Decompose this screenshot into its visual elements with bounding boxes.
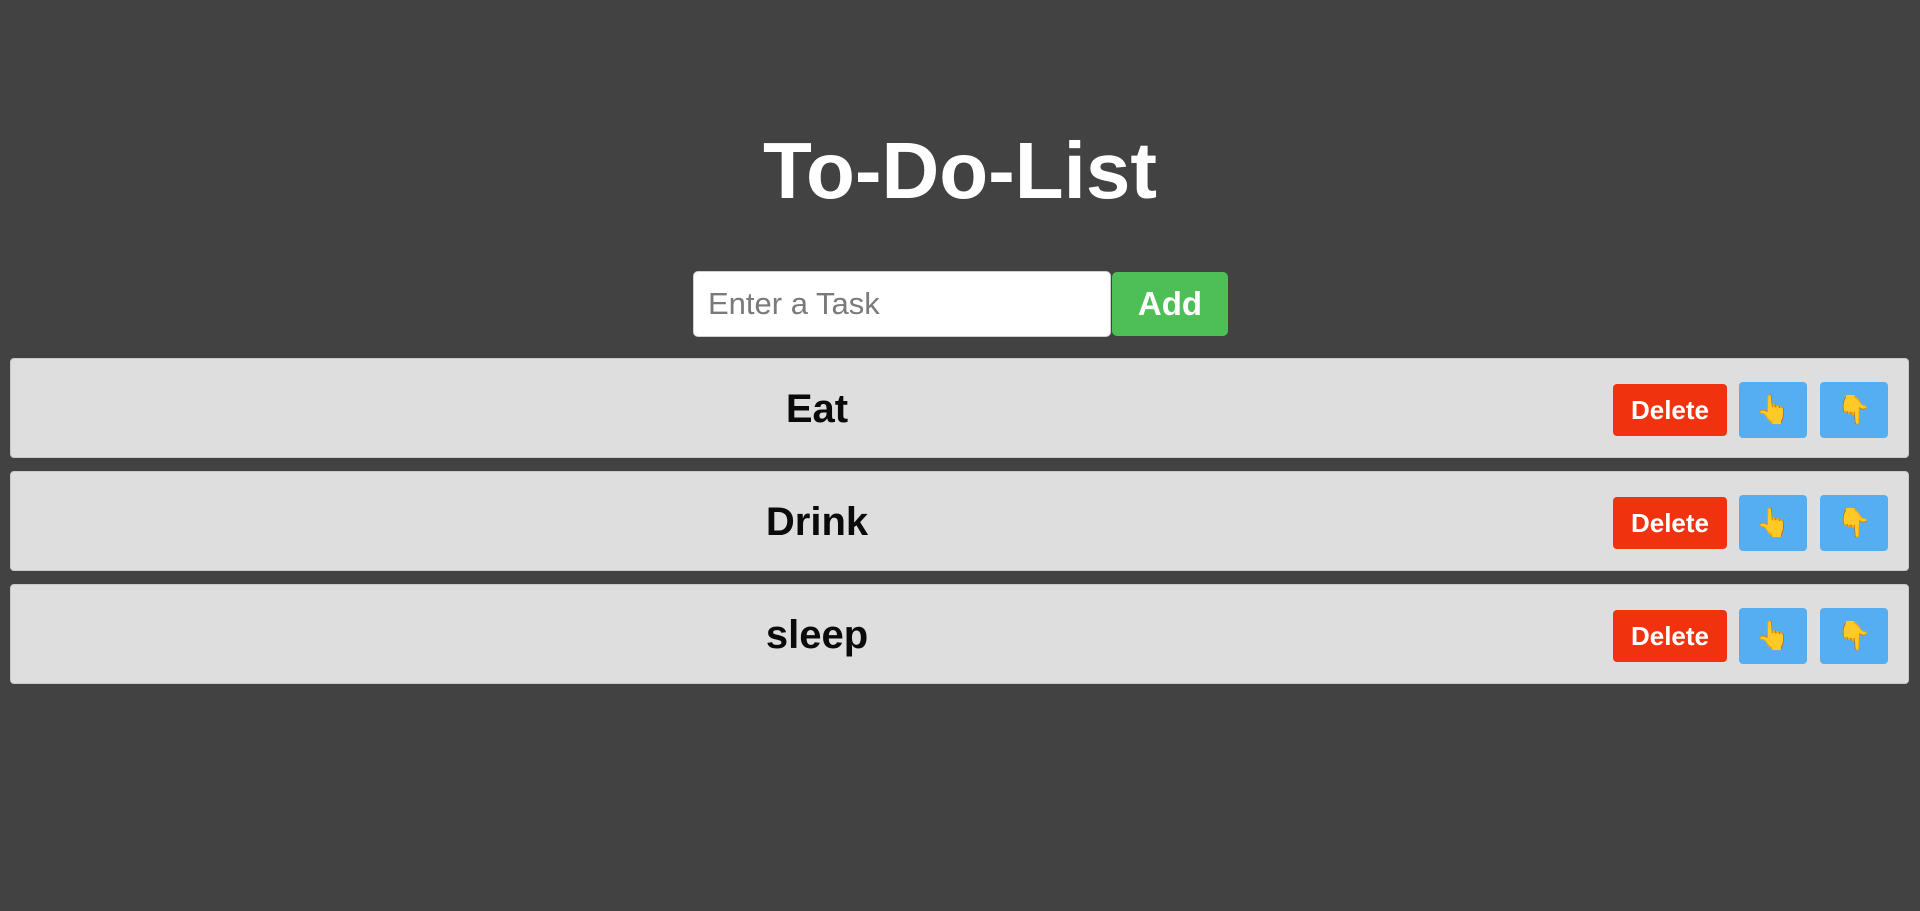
add-button[interactable]: Add (1112, 272, 1228, 336)
task-actions: Delete 👆 👇 (1613, 495, 1888, 551)
move-up-button[interactable]: 👆 (1739, 495, 1807, 551)
pointing-down-hand-icon: 👇 (1836, 506, 1872, 539)
move-up-button[interactable]: 👆 (1739, 608, 1807, 664)
task-actions: Delete 👆 👇 (1613, 608, 1888, 664)
todo-app: To-Do-List Add Eat Delete 👆 👇 Drink Dele… (0, 0, 1920, 911)
pointing-down-hand-icon: 👇 (1836, 619, 1872, 652)
add-task-form: Add (693, 271, 1228, 337)
pointing-down-hand-icon: 👇 (1836, 393, 1872, 426)
task-list: Eat Delete 👆 👇 Drink Delete 👆 👇 sleep De… (10, 358, 1909, 697)
move-down-button[interactable]: 👇 (1820, 382, 1888, 438)
pointing-up-hand-icon: 👆 (1755, 619, 1791, 652)
task-text: sleep (765, 613, 869, 657)
delete-button[interactable]: Delete (1613, 610, 1727, 662)
delete-button[interactable]: Delete (1613, 384, 1727, 436)
pointing-up-hand-icon: 👆 (1755, 393, 1791, 426)
move-down-button[interactable]: 👇 (1820, 608, 1888, 664)
task-actions: Delete 👆 👇 (1613, 382, 1888, 438)
task-text: Eat (785, 387, 849, 431)
delete-button[interactable]: Delete (1613, 497, 1727, 549)
move-up-button[interactable]: 👆 (1739, 382, 1807, 438)
task-text: Drink (765, 500, 869, 544)
move-down-button[interactable]: 👇 (1820, 495, 1888, 551)
page-title: To-Do-List (763, 126, 1157, 215)
task-item: Eat Delete 👆 👇 (10, 358, 1909, 458)
task-input[interactable] (693, 271, 1111, 337)
task-item: Drink Delete 👆 👇 (10, 471, 1909, 571)
task-item: sleep Delete 👆 👇 (10, 584, 1909, 684)
pointing-up-hand-icon: 👆 (1755, 506, 1791, 539)
